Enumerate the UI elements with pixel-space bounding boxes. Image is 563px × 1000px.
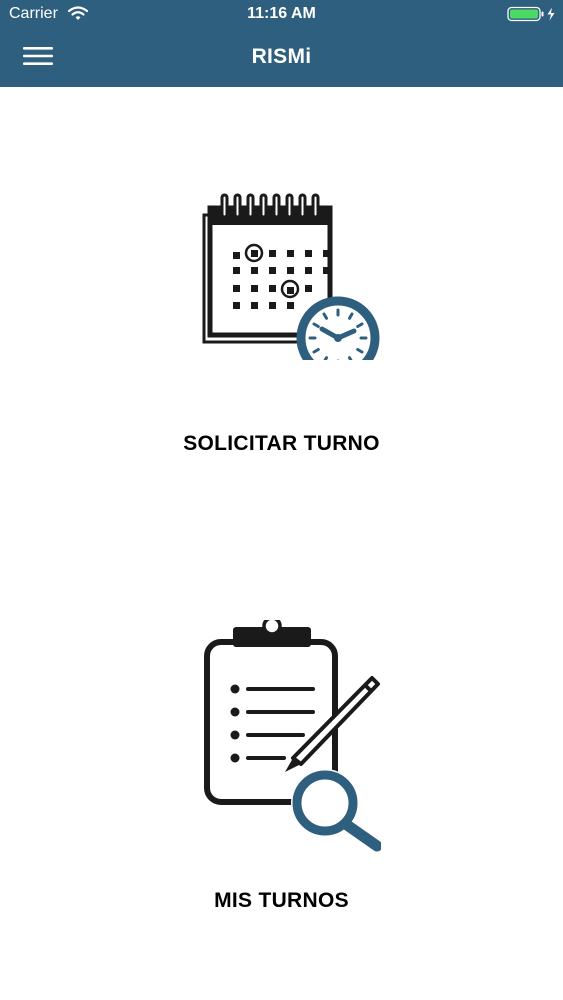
calendar-clock-icon xyxy=(202,193,380,360)
status-bar: Carrier 11:16 AM xyxy=(0,0,563,30)
app-header: Carrier 11:16 AM RISMi xyxy=(0,0,563,87)
battery-charging-icon xyxy=(507,6,555,22)
mis-turnos-label: MIS TURNOS xyxy=(214,889,349,912)
page-title: RISMi xyxy=(251,45,312,68)
solicitar-turno-label: SOLICITAR TURNO xyxy=(183,432,380,455)
clipboard-search-icon xyxy=(204,620,381,852)
mis-turnos-button[interactable]: MIS TURNOS xyxy=(0,590,563,940)
nav-bar: RISMi xyxy=(0,30,563,87)
solicitar-turno-button[interactable]: SOLICITAR TURNO xyxy=(0,130,563,490)
status-time: 11:16 AM xyxy=(247,5,316,22)
